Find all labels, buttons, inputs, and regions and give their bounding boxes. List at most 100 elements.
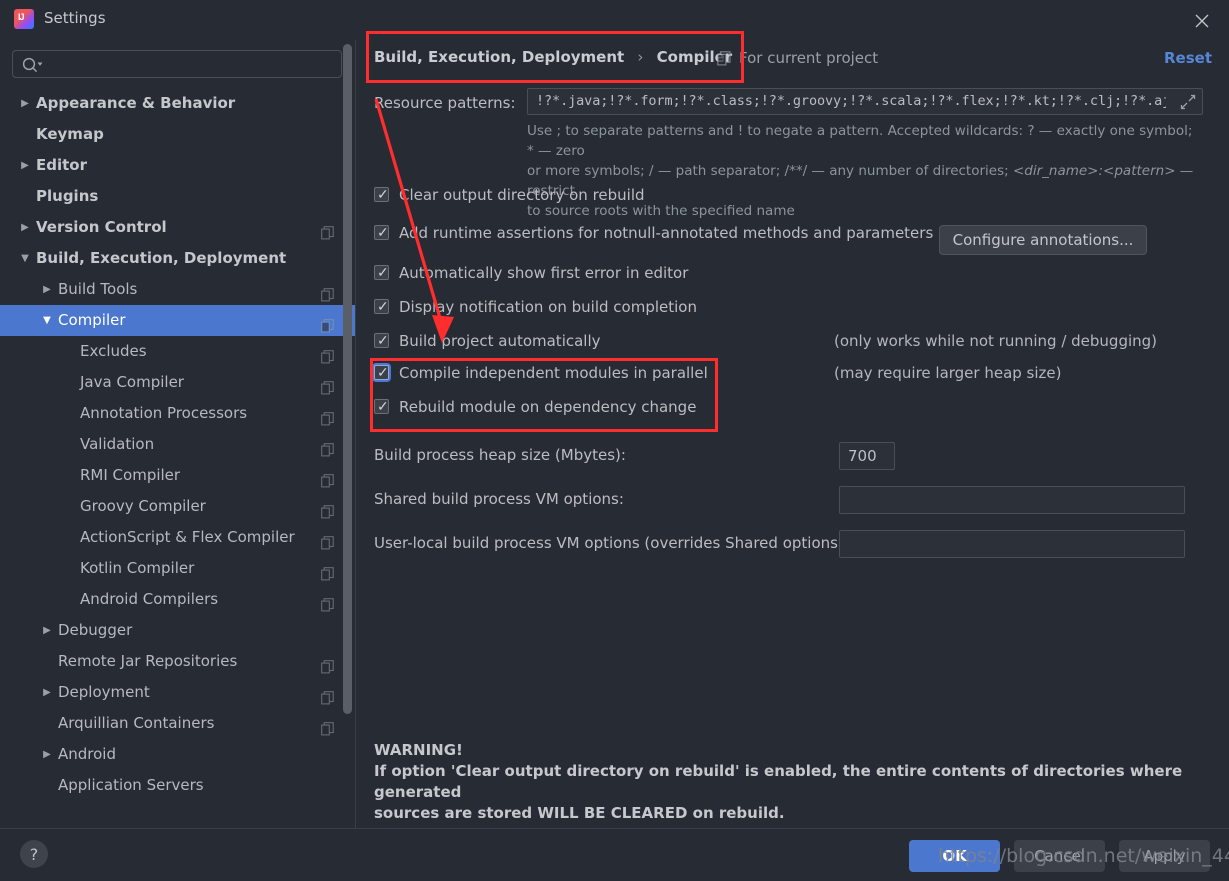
checkmark-icon: ✓ [377, 186, 389, 202]
sidebar-item-plugins[interactable]: Plugins [0, 181, 356, 212]
chevron-right-icon[interactable]: ▶ [18, 88, 32, 119]
sidebar-item-label: Compiler [58, 311, 126, 329]
sidebar-item-label: Deployment [58, 683, 150, 701]
resource-patterns-field[interactable]: !?*.java;!?*.form;!?*.class;!?*.groovy;!… [527, 88, 1203, 115]
sidebar-item-label: Excludes [80, 342, 147, 360]
sidebar-item-build-execution-deployment[interactable]: ▼ Build, Execution, Deployment [0, 243, 356, 274]
sidebar-item-appearance-behavior[interactable]: ▶ Appearance & Behavior [0, 88, 356, 119]
help-button[interactable]: ? [20, 840, 48, 868]
checkbox-automatically-show-first-error-in-editor[interactable]: ✓ [374, 264, 389, 280]
checkbox-clear-output-directory-on-rebuild[interactable]: ✓ [374, 186, 389, 202]
warning-line-1: If option 'Clear output directory on reb… [374, 762, 1183, 801]
chevron-right-icon[interactable]: ▶ [40, 677, 54, 708]
checkbox-label: Add runtime assertions for notnull-annot… [399, 224, 934, 242]
sidebar-item-keymap[interactable]: Keymap [0, 119, 356, 150]
sidebar-item-android[interactable]: ▶ Android [0, 739, 356, 770]
checkbox-add-runtime-assertions-for-notnull-annotated-methods-and-parameters[interactable]: ✓ [374, 224, 389, 240]
checkbox-build-project-automatically[interactable]: ✓ [374, 332, 389, 348]
project-scope-icon [321, 685, 334, 705]
sidebar-item-label: Remote Jar Repositories [58, 652, 238, 670]
checkmark-icon: ✓ [377, 264, 389, 280]
sidebar-item-label: Application Servers [58, 776, 204, 794]
settings-dialog: IJ Settings ▶ Appearance & Behavior Keymap… [0, 0, 1229, 881]
sidebar-item-label: Java Compiler [80, 373, 184, 391]
help-line-3: to source roots with the specified name [527, 203, 795, 219]
project-scope-icon [321, 499, 334, 519]
checkbox-label: Display notification on build completion [399, 298, 697, 316]
resource-patterns-value[interactable]: !?*.java;!?*.form;!?*.class;!?*.groovy;!… [536, 93, 1166, 109]
sidebar-item-editor[interactable]: ▶ Editor [0, 150, 356, 181]
sidebar-item-annotation-processors[interactable]: Annotation Processors [0, 398, 356, 429]
chevron-right-icon[interactable]: ▶ [18, 212, 32, 243]
checkmark-icon: ✓ [377, 364, 389, 380]
project-scope-icon [321, 220, 334, 240]
sidebar-item-kotlin-compiler[interactable]: Kotlin Compiler [0, 553, 356, 584]
sidebar-item-arquillian-containers[interactable]: Arquillian Containers [0, 708, 356, 739]
checkbox-label: Automatically show first error in editor [399, 264, 689, 282]
scope-label-text: For current project [739, 49, 879, 67]
sidebar-item-label: Build Tools [58, 280, 138, 298]
dialog-button-bar: ? OK Cancel Apply [0, 828, 1229, 881]
sidebar-item-compiler[interactable]: ▼ Compiler [0, 305, 356, 336]
sidebar-item-remote-jar-repositories[interactable]: Remote Jar Repositories [0, 646, 356, 677]
breadcrumb: Build, Execution, Deployment › Compiler [374, 48, 732, 66]
chevron-right-icon[interactable]: ▶ [40, 615, 54, 646]
project-scope-icon [321, 375, 334, 395]
resource-patterns-label: Resource patterns: [374, 94, 516, 112]
chevron-right-icon[interactable]: ▶ [40, 274, 54, 305]
warning-title: WARNING! [374, 741, 463, 759]
warning-text: WARNING! If option 'Clear output directo… [374, 740, 1204, 824]
settings-tree[interactable]: ▶ Appearance & Behavior Keymap ▶ Editor Plugi… [0, 88, 356, 828]
sidebar-item-groovy-compiler[interactable]: Groovy Compiler [0, 491, 356, 522]
chevron-right-icon[interactable]: ▶ [18, 150, 32, 181]
sidebar-item-java-compiler[interactable]: Java Compiler [0, 367, 356, 398]
cancel-button[interactable]: Cancel [1014, 840, 1105, 872]
configure-annotations-button[interactable]: Configure annotations... [939, 225, 1147, 255]
sidebar-item-debugger[interactable]: ▶ Debugger [0, 615, 356, 646]
search-field[interactable] [12, 50, 342, 78]
field-input[interactable] [839, 442, 895, 470]
ok-button[interactable]: OK [909, 840, 1000, 872]
sidebar-item-validation[interactable]: Validation [0, 429, 356, 460]
checkmark-icon: ✓ [377, 298, 389, 314]
sidebar-item-deployment[interactable]: ▶ Deployment [0, 677, 356, 708]
project-scope-icon [321, 561, 334, 581]
field-label: User-local build process VM options (ove… [374, 534, 849, 552]
field-label: Build process heap size (Mbytes): [374, 446, 626, 464]
checkbox-compile-independent-modules-in-parallel[interactable]: ✓ [374, 364, 389, 380]
sidebar-item-version-control[interactable]: ▶ Version Control [0, 212, 356, 243]
apply-button[interactable]: Apply [1119, 840, 1210, 872]
chevron-down-icon[interactable]: ▼ [18, 243, 32, 274]
sidebar-scrollbar[interactable] [343, 44, 352, 714]
checkmark-icon: ✓ [377, 224, 389, 240]
checkbox-rebuild-module-on-dependency-change[interactable]: ✓ [374, 398, 389, 414]
expand-editor-icon[interactable] [1180, 94, 1196, 110]
sidebar-item-label: Kotlin Compiler [80, 559, 195, 577]
chevron-right-icon[interactable]: ▶ [40, 739, 54, 770]
sidebar-item-excludes[interactable]: Excludes [0, 336, 356, 367]
search-input[interactable] [47, 51, 337, 77]
field-input[interactable] [839, 486, 1185, 514]
checkbox-display-notification-on-build-completion[interactable]: ✓ [374, 298, 389, 314]
sidebar-item-label: RMI Compiler [80, 466, 181, 484]
checkbox-label: Rebuild module on dependency change [399, 398, 697, 416]
compiler-settings-panel: Build, Execution, Deployment › Compiler … [356, 40, 1229, 828]
sidebar-item-application-servers[interactable]: Application Servers [0, 770, 356, 801]
close-icon[interactable] [1189, 8, 1215, 32]
sidebar-item-android-compilers[interactable]: Android Compilers [0, 584, 356, 615]
search-icon [21, 56, 43, 74]
sidebar-item-actionscript-flex-compiler[interactable]: ActionScript & Flex Compiler [0, 522, 356, 553]
project-scope-icon [321, 716, 334, 736]
sidebar-item-rmi-compiler[interactable]: RMI Compiler [0, 460, 356, 491]
project-scope-icon [717, 51, 731, 66]
resource-patterns-help: Use ; to separate patterns and ! to nega… [527, 121, 1203, 221]
field-input[interactable] [839, 530, 1185, 558]
project-scope-icon [321, 344, 334, 364]
breadcrumb-separator-icon: › [637, 48, 644, 66]
checkbox-hint: (may require larger heap size) [834, 364, 1062, 382]
breadcrumb-parent[interactable]: Build, Execution, Deployment [374, 48, 624, 66]
chevron-down-icon[interactable]: ▼ [40, 305, 54, 336]
project-scope-icon [321, 437, 334, 457]
sidebar-item-build-tools[interactable]: ▶ Build Tools [0, 274, 356, 305]
reset-link[interactable]: Reset [1164, 49, 1212, 67]
